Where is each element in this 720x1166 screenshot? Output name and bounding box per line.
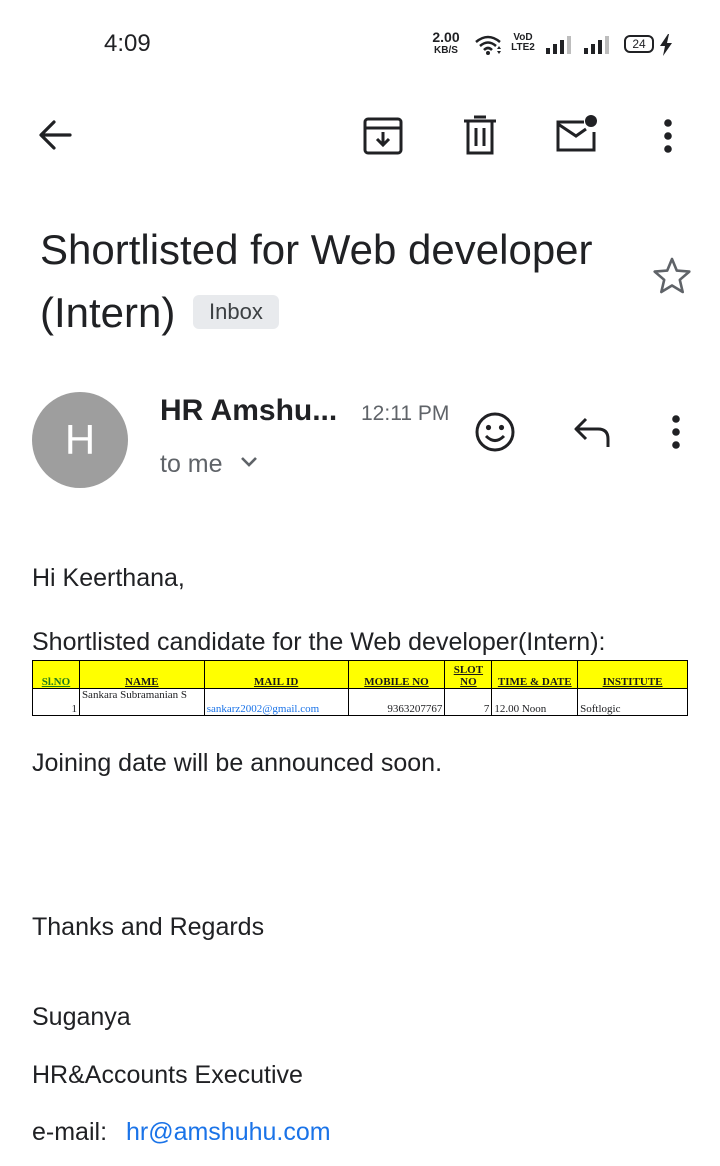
table-cell: Softlogic <box>577 688 688 716</box>
table-header: TIME & DATE <box>491 660 579 689</box>
emoji-react-icon[interactable] <box>474 411 516 453</box>
table-row: 1 Sankara Subramanian S sankarz2002@gmai… <box>32 688 688 716</box>
reply-icon[interactable] <box>572 415 612 449</box>
trash-icon[interactable] <box>462 114 498 156</box>
archive-icon[interactable] <box>362 116 404 156</box>
table-cell: 7 <box>444 688 493 716</box>
table-header: SLOT NO <box>444 660 493 689</box>
table-cell-email-link[interactable]: sankarz2002@gmail.com <box>203 688 349 716</box>
signature-email-label: e-mail: <box>32 1118 108 1146</box>
signature-email-row: e-mail: hr@amshuhu.com <box>32 1118 331 1147</box>
table-cell: 9363207767 <box>347 688 446 716</box>
table-header-row: Sl.NO NAME MAIL ID MOBILE NO SLOT NO TIM… <box>32 660 688 689</box>
intro-text: Shortlisted candidate for the Web develo… <box>32 628 606 656</box>
table-header: Sl.NO <box>32 660 80 689</box>
table-cell: 1 <box>32 688 80 716</box>
chevron-down-icon <box>241 457 258 468</box>
inbox-label-chip[interactable]: Inbox <box>193 294 279 329</box>
recipient-label: to me <box>160 450 223 478</box>
table-header: MAIL ID <box>203 660 349 689</box>
table-header: MOBILE NO <box>347 660 446 689</box>
joining-text: Joining date will be announced soon. <box>32 749 443 777</box>
closing-text: Thanks and Regards <box>32 913 265 941</box>
network-speed-unit: KB/S <box>434 45 458 56</box>
mark-unread-icon[interactable] <box>554 114 600 154</box>
table-cell: 12.00 Noon <box>491 688 579 716</box>
recipient-toggle[interactable]: to me <box>160 450 259 479</box>
wifi-icon <box>474 34 502 56</box>
table-cell: Sankara Subramanian S <box>78 688 205 716</box>
email-subject: Shortlisted for Web developer (Intern) I… <box>40 218 600 344</box>
more-options-icon[interactable] <box>656 118 680 154</box>
signal-icon-sim1 <box>546 36 572 54</box>
volte-indicator: VoD LTE2 <box>510 33 536 53</box>
signature-title: HR&Accounts Executive <box>32 1061 303 1089</box>
signature-email-link[interactable]: hr@amshuhu.com <box>126 1118 331 1146</box>
network-speed: 2.00 KB/S <box>428 29 464 57</box>
battery-level: 24 <box>624 35 654 53</box>
table-header: NAME <box>78 660 205 689</box>
sender-avatar[interactable]: H <box>32 392 128 488</box>
signal-icon-sim2 <box>584 36 610 54</box>
greeting-text: Hi Keerthana, <box>32 564 185 592</box>
table-header: INSTITUTE <box>577 660 688 689</box>
signature-name: Suganya <box>32 1003 131 1031</box>
subject-text: Shortlisted for Web developer (Intern) <box>40 226 593 336</box>
network-speed-value: 2.00 <box>432 29 460 45</box>
status-time: 4:09 <box>104 30 151 57</box>
charging-icon <box>659 34 673 56</box>
sender-name[interactable]: HR Amshu... <box>160 394 337 428</box>
star-icon[interactable] <box>652 256 692 296</box>
volte-bottom-label: LTE2 <box>511 42 535 53</box>
message-more-icon[interactable] <box>664 414 688 450</box>
candidate-table: Sl.NO NAME MAIL ID MOBILE NO SLOT NO TIM… <box>32 660 688 716</box>
back-arrow-icon[interactable] <box>36 116 74 154</box>
email-time: 12:11 PM <box>361 402 450 425</box>
